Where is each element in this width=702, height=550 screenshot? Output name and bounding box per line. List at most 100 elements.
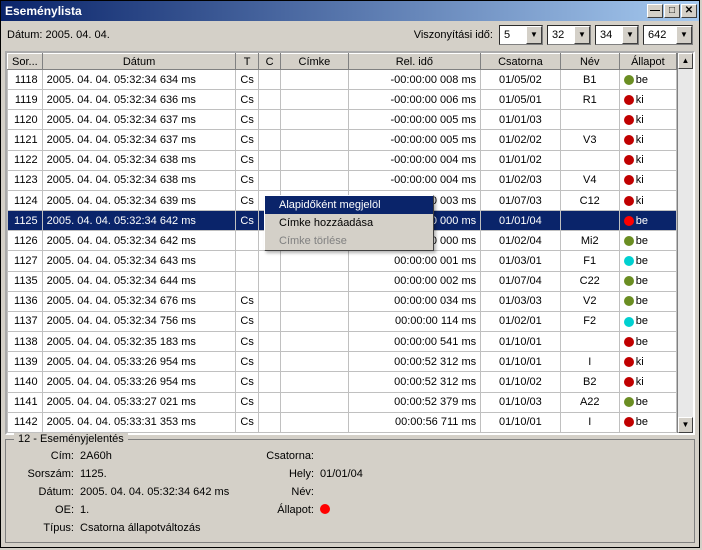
cell: 1127 [8,251,43,271]
col-t[interactable]: T [236,54,258,70]
table-row[interactable]: 11202005. 04. 04. 05:32:34 637 msCs-00:0… [8,110,677,130]
ref-hour-input[interactable] [504,29,526,41]
cell: 1141 [8,392,43,412]
status-dot-icon [624,95,634,105]
grid-header: Sor... Dátum T C Címke Rel. idő Csatorna… [8,54,677,70]
cell [258,251,280,271]
table-row[interactable]: 11222005. 04. 04. 05:32:34 638 msCs-00:0… [8,150,677,170]
table-row[interactable]: 11362005. 04. 04. 05:32:34 676 msCs00:00… [8,291,677,311]
table-row[interactable]: 11412005. 04. 04. 05:33:27 021 msCs00:00… [8,392,677,412]
cell: 2005. 04. 04. 05:32:34 634 ms [42,70,236,90]
cell: 01/10/01 [481,412,561,432]
table-row[interactable]: 11422005. 04. 04. 05:33:31 353 msCs00:00… [8,412,677,432]
maximize-button[interactable]: □ [664,4,680,18]
cell [258,271,280,291]
table-row[interactable]: 11232005. 04. 04. 05:32:34 638 msCs-00:0… [8,170,677,190]
cell [236,271,258,291]
scroll-down-icon[interactable]: ▼ [678,417,693,433]
col-allapot[interactable]: Állapot [619,54,676,70]
detail-tip-label: Típus: [20,522,74,534]
cell: 00:00:00 114 ms [348,311,481,331]
cell: -00:00:00 006 ms [348,90,481,110]
minimize-button[interactable]: — [647,4,663,18]
status-dot-icon [624,397,634,407]
chevron-down-icon[interactable]: ▼ [574,26,590,44]
chevron-down-icon[interactable]: ▼ [622,26,638,44]
status-dot-icon [624,276,634,286]
close-button[interactable]: ✕ [681,4,697,18]
col-relido[interactable]: Rel. idő [348,54,481,70]
scroll-track[interactable] [678,69,693,417]
cell: 01/07/03 [481,190,561,210]
scroll-up-icon[interactable]: ▲ [678,53,693,69]
table-row[interactable]: 11372005. 04. 04. 05:32:34 756 msCs00:00… [8,311,677,331]
cell: 2005. 04. 04. 05:32:34 756 ms [42,311,236,331]
col-sor[interactable]: Sor... [8,54,43,70]
date-label: Dátum: [7,29,42,41]
table-row[interactable]: 11212005. 04. 04. 05:32:34 637 msCs-00:0… [8,130,677,150]
cell [281,291,348,311]
table-row[interactable]: 11182005. 04. 04. 05:32:34 634 msCs-00:0… [8,70,677,90]
cell [281,352,348,372]
cell: Cs [236,412,258,432]
cell [281,130,348,150]
cell: -00:00:00 004 ms [348,150,481,170]
cell: F1 [560,251,619,271]
table-row[interactable]: 11392005. 04. 04. 05:33:26 954 msCs00:00… [8,352,677,372]
reftime-label: Viszonyítási idő: [414,29,493,41]
detail-tip-value: Csatorna állapotváltozás [80,522,200,534]
detail-oe-value: 1. [80,504,89,516]
cell-status: be [619,311,676,331]
col-cimke[interactable]: Címke [281,54,348,70]
table-row[interactable]: 11402005. 04. 04. 05:33:26 954 msCs00:00… [8,372,677,392]
cell: 00:00:52 312 ms [348,372,481,392]
cell: C12 [560,190,619,210]
cell-status: ki [619,150,676,170]
cell: 00:00:00 002 ms [348,271,481,291]
col-datum[interactable]: Dátum [42,54,236,70]
cell: 01/10/03 [481,392,561,412]
cell: Cs [236,372,258,392]
ref-min-input[interactable] [552,29,574,41]
col-c[interactable]: C [258,54,280,70]
table-row[interactable]: 11192005. 04. 04. 05:32:34 636 msCs-00:0… [8,90,677,110]
menu-add-label[interactable]: Címke hozzáadása [265,214,433,232]
menu-mark-as-base[interactable]: Alapidőként megjelöl [265,196,433,214]
cell-status: be [619,70,676,90]
cell: V4 [560,170,619,190]
cell: 00:00:00 001 ms [348,251,481,271]
cell [258,110,280,130]
cell [258,130,280,150]
cell [281,70,348,90]
col-nev[interactable]: Név [560,54,619,70]
status-dot-icon [320,504,330,514]
cell: 1123 [8,170,43,190]
table-row[interactable]: 11352005. 04. 04. 05:32:34 644 ms00:00:0… [8,271,677,291]
table-row[interactable]: 11272005. 04. 04. 05:32:34 643 ms00:00:0… [8,251,677,271]
cell: 1137 [8,311,43,331]
vertical-scrollbar[interactable]: ▲ ▼ [677,53,693,433]
cell-status: ki [619,170,676,190]
cell [281,372,348,392]
ref-sec-input[interactable] [600,29,622,41]
cell: 01/02/04 [481,231,561,251]
ref-ms-input[interactable] [648,29,676,41]
cell: Cs [236,291,258,311]
context-menu[interactable]: Alapidőként megjelöl Címke hozzáadása Cí… [264,195,434,251]
titlebar[interactable]: Eseménylista — □ ✕ [1,1,699,21]
cell: Cs [236,70,258,90]
cell-status: be [619,291,676,311]
cell: 2005. 04. 04. 05:32:34 644 ms [42,271,236,291]
cell: 1140 [8,372,43,392]
chevron-down-icon[interactable]: ▼ [526,26,542,44]
cell: 2005. 04. 04. 05:32:34 642 ms [42,231,236,251]
cell [258,332,280,352]
cell: V3 [560,130,619,150]
table-row[interactable]: 11382005. 04. 04. 05:32:35 183 msCs00:00… [8,332,677,352]
detail-nev-label: Név: [260,486,314,498]
cell: 00:00:56 711 ms [348,412,481,432]
chevron-down-icon[interactable]: ▼ [676,26,692,44]
cell: 01/02/01 [481,311,561,331]
col-csatorna[interactable]: Csatorna [481,54,561,70]
cell: F2 [560,311,619,331]
